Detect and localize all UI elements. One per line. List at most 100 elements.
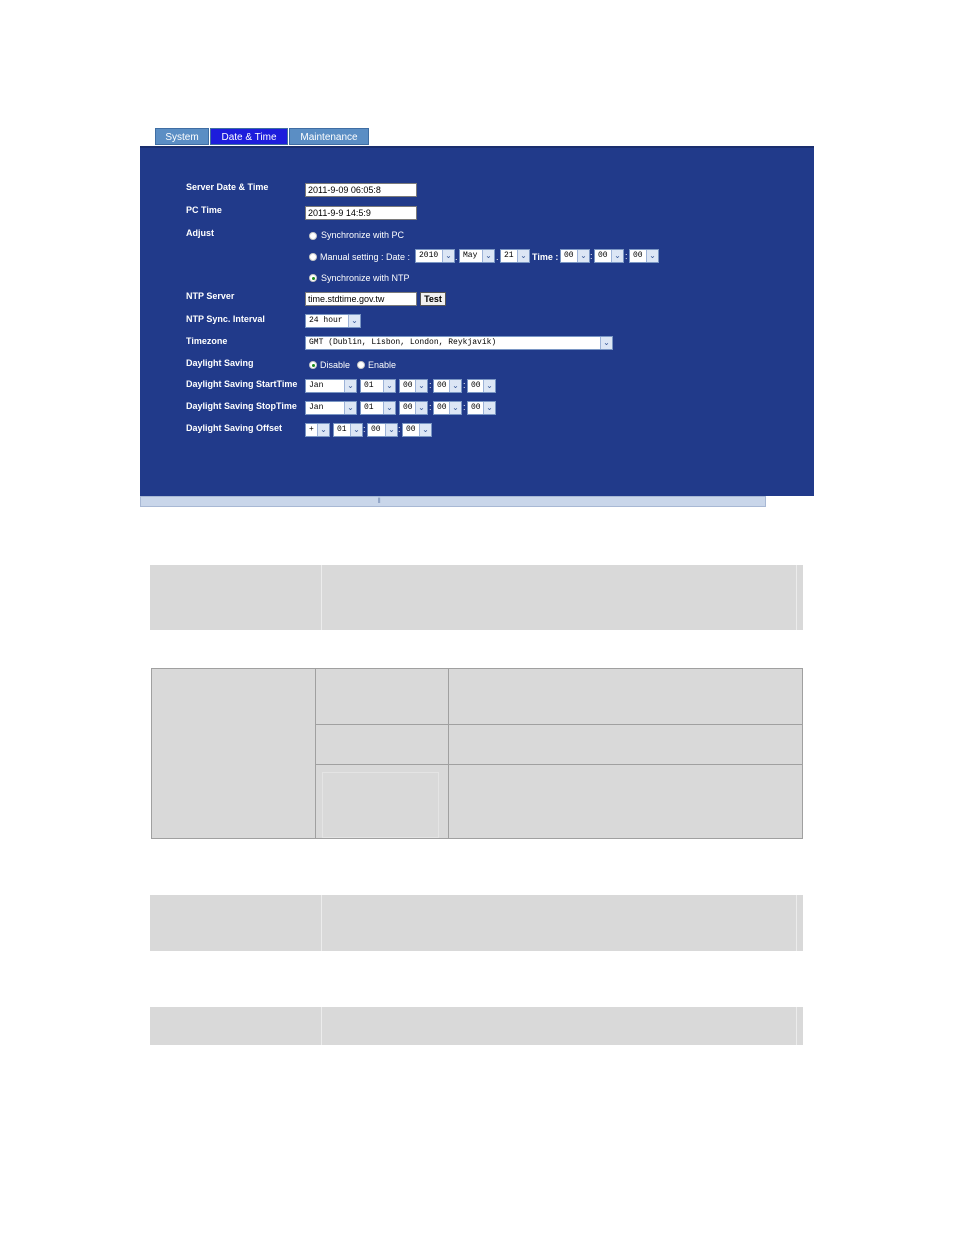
time-hour-select[interactable]: 00 ⌄: [560, 249, 590, 263]
start-second-select[interactable]: 00 ⌄: [467, 379, 496, 393]
table-divider: [315, 669, 316, 838]
offset-second-value: 00: [406, 425, 416, 434]
stop-second-select[interactable]: 00 ⌄: [467, 401, 496, 415]
chevron-down-icon: ⌄: [442, 250, 454, 262]
chevron-down-icon: ⌄: [419, 424, 431, 436]
start-day-select[interactable]: 01 ⌄: [360, 379, 396, 393]
server-date-time-label: Server Date & Time: [186, 182, 269, 192]
date-separator: .: [455, 252, 458, 262]
time-second-select[interactable]: 00 ⌄: [629, 249, 659, 263]
date-year-select[interactable]: 2010 ⌄: [415, 249, 455, 263]
offset-minute-select[interactable]: 00 ⌄: [367, 423, 398, 437]
time-separator: :: [463, 380, 466, 390]
time-separator: :: [625, 251, 628, 261]
start-month-value: Jan: [309, 381, 324, 390]
table-grid: [151, 668, 803, 839]
daylight-enable-radio[interactable]: [357, 361, 365, 369]
start-hour-value: 00: [403, 381, 413, 390]
stop-hour-value: 00: [403, 403, 413, 412]
date-year-value: 2010: [419, 251, 439, 260]
chevron-down-icon: ⌄: [611, 250, 623, 262]
offset-minute-value: 00: [371, 425, 381, 434]
pc-time-field: 2011-9-9 14:5:9: [305, 206, 417, 220]
sync-ntp-label: Synchronize with NTP: [321, 273, 410, 283]
time-hour-value: 00: [564, 251, 574, 260]
chevron-down-icon: ⌄: [646, 250, 658, 262]
sync-pc-radio[interactable]: [309, 232, 317, 240]
offset-second-select[interactable]: 00 ⌄: [402, 423, 432, 437]
sync-ntp-radio[interactable]: [309, 274, 317, 282]
chevron-down-icon: ⌄: [517, 250, 529, 262]
daylight-stop-label: Daylight Saving StopTime: [186, 401, 297, 411]
time-separator: :: [398, 424, 401, 434]
date-time-panel: Server Date & Time 2011-9-09 06:05:8 PC …: [140, 146, 814, 496]
date-separator: .: [496, 252, 499, 262]
time-label: Time :: [532, 252, 559, 262]
stop-month-value: Jan: [309, 403, 324, 412]
chevron-down-icon: ⌄: [317, 424, 329, 436]
offset-hour-select[interactable]: 01 ⌄: [333, 423, 363, 437]
start-second-value: 00: [471, 381, 481, 390]
ntp-server-input[interactable]: time.stdtime.gov.tw: [305, 292, 417, 306]
ntp-interval-select[interactable]: 24 hour ⌄: [305, 314, 361, 328]
stop-minute-select[interactable]: 00 ⌄: [433, 401, 462, 415]
offset-hour-value: 01: [337, 425, 347, 434]
daylight-saving-label: Daylight Saving: [186, 358, 254, 368]
timezone-select[interactable]: GMT (Dublin, Lisbon, London, Reykjavik) ⌄: [305, 336, 613, 350]
chevron-down-icon: ⌄: [344, 402, 356, 414]
start-day-value: 01: [364, 381, 374, 390]
table-block: [150, 1007, 803, 1045]
stop-day-value: 01: [364, 403, 374, 412]
stop-day-select[interactable]: 01 ⌄: [360, 401, 396, 415]
manual-setting-label: Manual setting : Date :: [320, 252, 411, 262]
daylight-disable-radio[interactable]: [309, 361, 317, 369]
offset-sign-select[interactable]: + ⌄: [305, 423, 330, 437]
stop-month-select[interactable]: Jan ⌄: [305, 401, 357, 415]
table-block: [150, 565, 803, 630]
tab-maintenance[interactable]: Maintenance: [289, 128, 369, 145]
horizontal-scrollbar[interactable]: ⦀: [140, 496, 766, 507]
server-date-time-field: 2011-9-09 06:05:8: [305, 183, 417, 197]
time-separator: :: [463, 402, 466, 412]
stop-second-value: 00: [471, 403, 481, 412]
chevron-down-icon: ⌄: [483, 402, 495, 414]
start-minute-select[interactable]: 00 ⌄: [433, 379, 462, 393]
grip-icon: ⦀: [377, 498, 381, 505]
date-month-select[interactable]: May ⌄: [459, 249, 495, 263]
chevron-down-icon: ⌄: [383, 402, 395, 414]
time-separator: :: [590, 251, 593, 261]
tab-system[interactable]: System: [155, 128, 209, 145]
time-second-value: 00: [633, 251, 643, 260]
adjust-label: Adjust: [186, 228, 214, 238]
start-month-select[interactable]: Jan ⌄: [305, 379, 357, 393]
daylight-enable-label: Enable: [368, 360, 397, 370]
timezone-label: Timezone: [186, 336, 228, 346]
table-divider: [315, 764, 802, 765]
table-cell: [322, 565, 797, 630]
chevron-down-icon: ⌄: [449, 380, 461, 392]
date-month-value: May: [463, 251, 478, 260]
date-day-value: 21: [504, 251, 514, 260]
table-block: [150, 895, 803, 951]
daylight-start-label: Daylight Saving StartTime: [186, 379, 298, 389]
date-day-select[interactable]: 21 ⌄: [500, 249, 530, 263]
time-minute-value: 00: [598, 251, 608, 260]
chevron-down-icon: ⌄: [415, 402, 427, 414]
offset-sign-value: +: [309, 425, 314, 434]
tab-bar: System Date & Time Maintenance: [155, 128, 370, 145]
table-cell: [322, 1007, 797, 1045]
chevron-down-icon: ⌄: [350, 424, 362, 436]
timezone-value: GMT (Dublin, Lisbon, London, Reykjavik): [309, 338, 497, 347]
stop-hour-select[interactable]: 00 ⌄: [399, 401, 428, 415]
chevron-down-icon: ⌄: [415, 380, 427, 392]
time-minute-select[interactable]: 00 ⌄: [594, 249, 624, 263]
table-divider: [448, 669, 449, 838]
tab-date-time[interactable]: Date & Time: [210, 128, 288, 145]
start-hour-select[interactable]: 00 ⌄: [399, 379, 428, 393]
ntp-test-button[interactable]: Test: [420, 292, 446, 306]
table-cell: [322, 772, 439, 838]
stop-minute-value: 00: [437, 403, 447, 412]
manual-setting-radio[interactable]: [309, 253, 317, 261]
daylight-offset-label: Daylight Saving Offset: [186, 423, 283, 433]
chevron-down-icon: ⌄: [449, 402, 461, 414]
